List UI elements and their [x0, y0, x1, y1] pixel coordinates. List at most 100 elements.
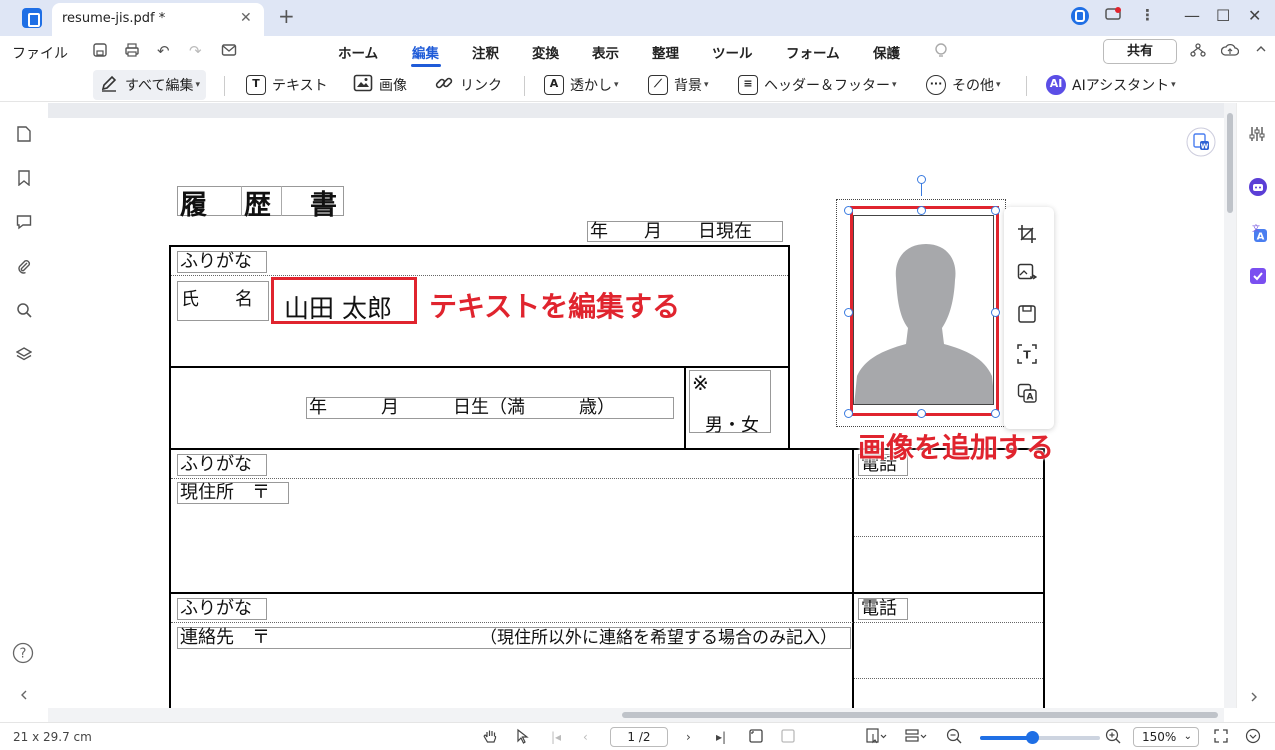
add-text-button[interactable]: T テキスト [240, 70, 334, 100]
resize-handle[interactable] [991, 308, 1000, 317]
last-page-icon[interactable]: ▸| [716, 730, 726, 744]
rotate-handle[interactable] [917, 175, 926, 184]
minimize-button[interactable]: — [1184, 6, 1200, 25]
translate-icon[interactable]: A文 [1248, 223, 1267, 243]
redo-icon[interactable]: ↷ [189, 42, 202, 60]
tab-home[interactable]: ホーム [338, 42, 378, 62]
resize-handle[interactable] [844, 308, 853, 317]
collapse-ribbon-icon[interactable] [1254, 42, 1268, 60]
comment-icon[interactable] [16, 214, 32, 230]
background-icon: ⟋ [648, 75, 668, 95]
undo-icon[interactable]: ↶ [157, 42, 170, 60]
resize-handle[interactable] [991, 409, 1000, 418]
tab-form[interactable]: フォーム [786, 42, 840, 62]
tab-tools[interactable]: ツール [712, 42, 753, 62]
background-button[interactable]: ⟋ 背景 ▾ [642, 70, 715, 100]
lightbulb-icon[interactable] [933, 42, 949, 64]
save-image-icon[interactable] [1017, 304, 1037, 324]
ai-assistant-button[interactable]: AI AIアシスタント ▾ [1040, 70, 1182, 100]
resize-handle[interactable] [844, 409, 853, 418]
translate-image-icon[interactable]: A [1017, 383, 1037, 403]
tab-edit[interactable]: 編集 [412, 42, 439, 62]
title-char: 書 [310, 190, 337, 221]
expand-panel-icon[interactable] [1248, 688, 1266, 706]
properties-sliders-icon[interactable] [1248, 125, 1266, 143]
connect-icon[interactable] [1190, 42, 1206, 62]
collapse-sidebar-icon[interactable] [16, 688, 32, 704]
ai-assistant-label: AIアシスタント [1072, 78, 1170, 94]
share-button[interactable]: 共有 [1103, 39, 1177, 64]
select-area-icon[interactable] [866, 728, 888, 747]
tab-convert[interactable]: 変換 [532, 42, 559, 62]
resize-handle[interactable] [917, 409, 926, 418]
dotted-divider [171, 478, 1043, 479]
more-button[interactable]: ··· その他 ▾ [920, 70, 1007, 100]
page-display-icon[interactable] [905, 728, 929, 747]
document-tab[interactable]: resume-jis.pdf * ✕ [52, 3, 264, 36]
ocr-text-icon[interactable]: T [1017, 344, 1037, 364]
zoom-slider[interactable] [980, 731, 1100, 744]
fit-page-icon[interactable] [748, 728, 764, 747]
select-tool-icon[interactable] [515, 728, 531, 747]
search-icon[interactable] [16, 302, 32, 318]
layers-icon[interactable] [15, 346, 33, 362]
document-viewer[interactable]: W 履 歴 書 年 月 日現在 ふりがな 氏 名 山田 太郎 テキストを編集する… [48, 103, 1224, 708]
header-footer-label: ヘッダー＆フッター [764, 78, 890, 94]
add-image-annotation: 画像を追加する [858, 431, 1055, 464]
tab-protect[interactable]: 保護 [873, 42, 900, 62]
resize-handle[interactable] [844, 206, 853, 215]
ai-robot-icon[interactable] [1248, 177, 1267, 196]
zoom-select[interactable]: 150% ⌄ [1133, 727, 1199, 747]
convert-to-word-icon[interactable]: W [1186, 127, 1216, 161]
next-page-icon[interactable]: › [686, 730, 691, 744]
vertical-scroll-thumb[interactable] [1227, 113, 1233, 213]
add-link-button[interactable]: リンク [428, 70, 508, 100]
page-number-input[interactable]: 1 /2 [610, 727, 668, 747]
task-check-icon[interactable] [1248, 266, 1266, 284]
link-tool-icon [434, 73, 454, 97]
save-icon[interactable] [92, 42, 108, 62]
crop-icon[interactable] [1017, 224, 1037, 244]
replace-image-icon[interactable] [1017, 263, 1038, 283]
file-menu[interactable]: ファイル [12, 43, 68, 63]
help-icon[interactable]: ? [12, 642, 34, 664]
fullscreen-icon[interactable] [1213, 728, 1229, 747]
close-window-button[interactable]: ✕ [1248, 6, 1261, 25]
zoom-slider-knob[interactable] [1026, 731, 1039, 744]
account-icon[interactable] [1070, 6, 1090, 30]
first-page-icon[interactable]: |◂ [551, 730, 561, 744]
cloud-upload-icon[interactable] [1220, 42, 1240, 62]
more-options-icon[interactable]: ⋮ [1140, 6, 1155, 24]
tab-organize[interactable]: 整理 [652, 42, 679, 62]
right-sidebar: A文 [1236, 103, 1275, 708]
new-tab-button[interactable]: + [278, 4, 295, 28]
hand-tool-icon[interactable] [483, 728, 499, 747]
watermark-button[interactable]: A 透かし ▾ [538, 70, 625, 100]
bookmark-icon[interactable] [16, 170, 32, 187]
resize-handle[interactable] [991, 206, 1000, 215]
page-size-text: 21 x 29.7 cm [13, 730, 92, 744]
resize-handle[interactable] [917, 206, 926, 215]
attachment-icon[interactable] [16, 258, 32, 274]
tab-annotate[interactable]: 注釈 [472, 42, 499, 62]
vertical-scrollbar[interactable] [1224, 103, 1236, 708]
horizontal-scroll-thumb[interactable] [622, 712, 1218, 718]
pdf-page[interactable]: W 履 歴 書 年 月 日現在 ふりがな 氏 名 山田 太郎 テキストを編集する… [48, 118, 1224, 708]
add-image-button[interactable]: 画像 [347, 70, 413, 100]
zoom-in-icon[interactable] [1105, 728, 1121, 747]
watermark-icon: A [544, 75, 564, 95]
tab-view[interactable]: 表示 [592, 42, 619, 62]
page-thumbnail-icon[interactable] [16, 126, 32, 142]
zoom-out-icon[interactable] [946, 728, 962, 747]
expand-down-icon[interactable] [1245, 728, 1261, 747]
mail-icon[interactable] [221, 42, 237, 62]
horizontal-scrollbar[interactable] [48, 708, 1224, 722]
feedback-icon[interactable] [1104, 6, 1122, 28]
tab-close-icon[interactable]: ✕ [240, 10, 252, 26]
previous-page-icon[interactable]: ‹ [583, 730, 588, 744]
fit-width-icon[interactable] [780, 728, 796, 747]
print-icon[interactable] [124, 42, 140, 62]
edit-all-button[interactable]: すべて編集 ▾ [93, 70, 206, 100]
header-footer-button[interactable]: ≡ ヘッダー＆フッター ▾ [732, 70, 903, 100]
maximize-button[interactable]: ☐ [1216, 6, 1230, 25]
